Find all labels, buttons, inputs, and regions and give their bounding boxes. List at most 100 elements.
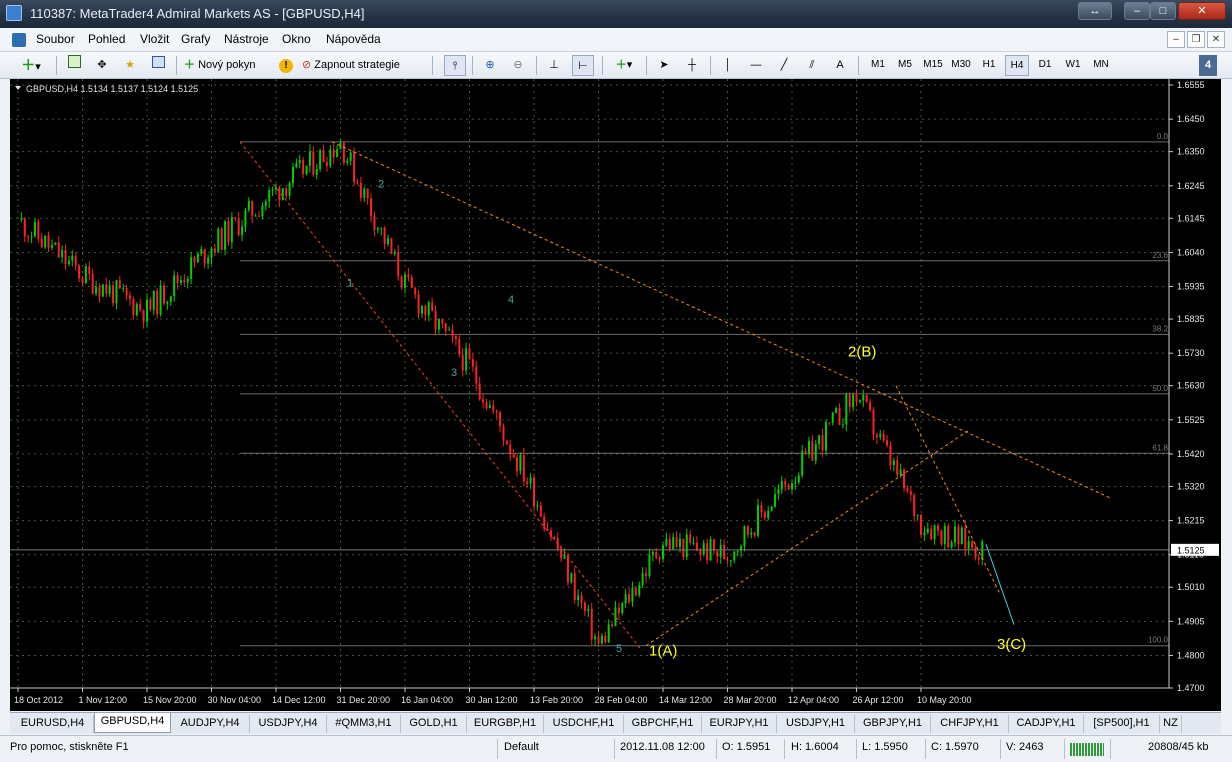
bearish-candle-body: [478, 383, 481, 400]
chart-tab[interactable]: [SP500],H1: [1084, 715, 1160, 733]
price-tick-label: 1.5010: [1177, 582, 1205, 592]
chart-tab[interactable]: GBPJPY,H1: [855, 715, 931, 733]
wave-label-minor: 3: [451, 367, 457, 379]
bullish-candle-body: [319, 150, 322, 169]
bearish-candle-body: [668, 538, 671, 550]
bearish-candle-body: [787, 484, 790, 490]
menu-napoveda[interactable]: Nápověda: [326, 32, 381, 46]
chart-tab[interactable]: NZ: [1160, 715, 1182, 733]
timeframe-h4[interactable]: H4: [1005, 55, 1029, 76]
bearish-candle-body: [977, 557, 980, 560]
chart-tab[interactable]: EURUSD,H4: [12, 715, 94, 733]
crosshair-icon[interactable]: ┼: [682, 55, 702, 76]
chart-tab[interactable]: GBPCHF,H1: [624, 715, 702, 733]
bearish-candle-body: [142, 310, 145, 322]
menu-pohled[interactable]: Pohled: [88, 32, 125, 46]
bullish-candle-body: [960, 527, 963, 544]
timeframe-m30[interactable]: M30: [949, 55, 973, 76]
indicators-icon[interactable]: ＋▾: [610, 55, 638, 76]
horizontal-line-icon[interactable]: —: [746, 55, 766, 76]
menu-nastroje[interactable]: Nástroje: [224, 32, 269, 46]
timeframe-w1[interactable]: W1: [1061, 55, 1085, 76]
timeframe-h1[interactable]: H1: [977, 55, 1001, 76]
bearish-candle-body: [505, 440, 508, 445]
bearish-candle-body: [516, 457, 519, 471]
toolbar-separator: [56, 56, 57, 75]
restore-size-icon[interactable]: ↔: [1078, 2, 1112, 20]
bullish-candle-body: [750, 532, 753, 535]
menu-okno[interactable]: Okno: [282, 32, 311, 46]
chart-tab[interactable]: #QMM3,H1: [327, 715, 401, 733]
text-tool-icon[interactable]: A: [830, 55, 850, 76]
fibonacci-level-label: 23.6: [1152, 251, 1168, 260]
autoscroll-icon[interactable]: ⊢: [572, 55, 594, 76]
chart-tab[interactable]: USDJPY,H1: [777, 715, 855, 733]
bullish-candle-body: [879, 433, 882, 438]
chart-tab[interactable]: EURJPY,H1: [702, 715, 777, 733]
bullish-candle-body: [101, 284, 104, 297]
status-profile[interactable]: Default: [504, 741, 539, 753]
favorites-star-icon[interactable]: ★: [120, 55, 140, 76]
navigator-crosshair-icon[interactable]: ✥: [92, 55, 112, 76]
bearish-candle-body: [617, 607, 620, 614]
bullish-candle-body: [923, 532, 926, 536]
window-counter-icon[interactable]: 4: [1199, 55, 1217, 76]
bearish-candle-body: [821, 435, 824, 451]
bearish-candle-body: [492, 405, 495, 411]
bearish-candle-body: [689, 534, 692, 543]
menu-vlozit[interactable]: Vložit: [140, 32, 169, 46]
candlestick-chart-icon[interactable]: ⫯: [444, 55, 466, 76]
new-order-button[interactable]: ＋ Nový pokyn: [184, 55, 274, 76]
chart-tab[interactable]: CADJPY,H1: [1009, 715, 1084, 733]
bearish-candle-body: [47, 235, 50, 248]
minimize-button[interactable]: –: [1124, 2, 1150, 20]
chart-canvas[interactable]: 0.0 23.6 38.2 50.0 61.8 100.0 1 2 3 4 5 1(A) 2(B) 3(…: [10, 79, 1221, 711]
bearish-candle-body: [258, 215, 261, 217]
bullish-candle-body: [594, 636, 597, 640]
channel-icon[interactable]: ⫽: [802, 55, 822, 76]
bullish-candle-body: [831, 412, 834, 423]
mdi-restore-button[interactable]: ❐: [1187, 31, 1205, 48]
timeframe-d1[interactable]: D1: [1033, 55, 1057, 76]
timeframe-m15[interactable]: M15: [921, 55, 945, 76]
bullish-candle-body: [631, 587, 634, 603]
chart-tabs: EURUSD,H4 GBPUSD,H4 AUDJPY,H4 USDJPY,H4 #QMM…: [10, 712, 1221, 734]
bullish-candle-body: [448, 329, 451, 331]
chart-tab[interactable]: EURGBP,H1: [467, 715, 544, 733]
market-watch-icon[interactable]: [64, 55, 84, 76]
timeframe-mn[interactable]: MN: [1089, 55, 1113, 76]
chart-tab[interactable]: GOLD,H1: [401, 715, 467, 733]
trendline-icon[interactable]: ╱: [774, 55, 794, 76]
chart-tab[interactable]: CHFJPY,H1: [931, 715, 1009, 733]
maximize-button[interactable]: □: [1150, 2, 1176, 20]
bullish-candle-body: [186, 278, 189, 283]
start-strategy-button[interactable]: ⊘ Zapnout strategie: [302, 55, 424, 76]
zoom-in-icon[interactable]: ⊕: [480, 55, 500, 76]
bullish-candle-body: [437, 319, 440, 330]
terminal-window-icon[interactable]: [148, 55, 168, 76]
bearish-candle-body: [499, 412, 502, 426]
bearish-candle-body: [332, 149, 335, 158]
new-chart-icon[interactable]: ＋▾: [14, 55, 48, 76]
menu-soubor[interactable]: Soubor: [36, 32, 75, 46]
vertical-line-icon[interactable]: │: [720, 55, 736, 76]
timeframe-m1[interactable]: M1: [866, 55, 890, 76]
chart-tab[interactable]: USDCHF,H1: [544, 715, 624, 733]
chart-tab[interactable]: AUDJPY,H4: [171, 715, 250, 733]
cursor-arrow-icon[interactable]: ➤: [654, 55, 674, 76]
bearish-candle-body: [91, 273, 94, 294]
close-button[interactable]: ✕: [1178, 2, 1226, 20]
bearish-candle-body: [804, 451, 807, 453]
vertical-scrollbar[interactable]: [1221, 79, 1232, 711]
menu-grafy[interactable]: Grafy: [181, 32, 210, 46]
timeframe-m5[interactable]: M5: [893, 55, 917, 76]
bullish-candle-body: [173, 275, 176, 297]
mdi-close-button[interactable]: ✕: [1207, 31, 1225, 48]
alert-icon[interactable]: !: [276, 55, 296, 76]
chart-tab[interactable]: GBPUSD,H4: [94, 713, 171, 733]
chart-shift-icon[interactable]: ⊥: [544, 55, 564, 76]
mdi-minimize-button[interactable]: –: [1167, 31, 1185, 48]
zoom-out-icon[interactable]: ⊖: [508, 55, 528, 76]
chart-tab[interactable]: USDJPY,H4: [250, 715, 327, 733]
price-chart[interactable]: 0.0 23.6 38.2 50.0 61.8 100.0 1 2 3 4 5 1(A) 2(B) 3(…: [10, 79, 1221, 711]
